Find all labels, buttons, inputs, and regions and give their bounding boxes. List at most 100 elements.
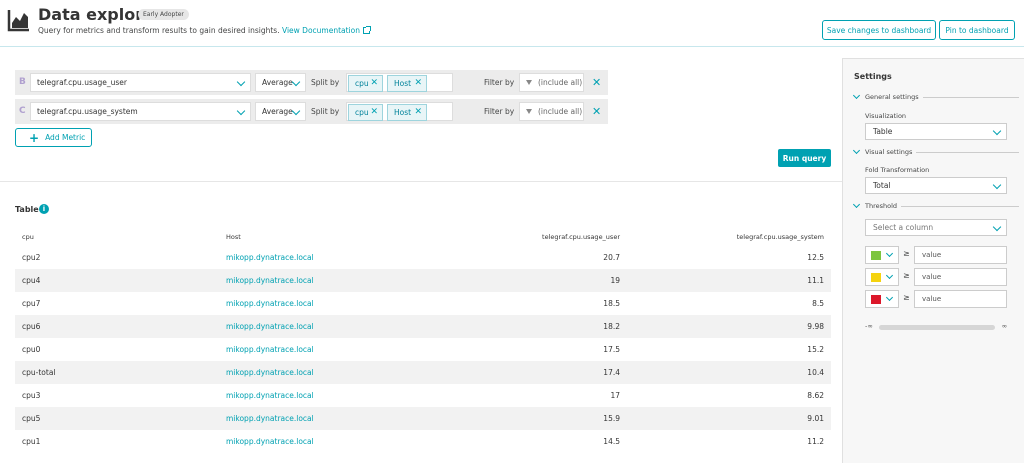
view-documentation-link[interactable]: View Documentation	[282, 26, 371, 35]
cell-host-link[interactable]: mikopp.dynatrace.local	[226, 253, 314, 262]
cell-cpu: cpu6	[22, 322, 41, 331]
add-metric-button[interactable]: + Add Metric	[15, 128, 92, 147]
fold-transformation-select[interactable]: Total	[865, 177, 1007, 194]
query-row-c: C telegraf.cpu.usage_system Average Spli…	[15, 99, 608, 124]
split-tag-label: Host	[394, 79, 412, 88]
color-picker[interactable]	[865, 268, 899, 286]
table-row: cpu6 mikopp.dynatrace.local 18.2 9.98	[15, 315, 831, 338]
color-picker[interactable]	[865, 246, 899, 264]
table-row: cpu-total mikopp.dynatrace.local 17.4 10…	[15, 361, 831, 384]
table-row: cpu4 mikopp.dynatrace.local 19 11.1	[15, 269, 831, 292]
aggregation-value: Average	[262, 107, 293, 116]
visual-settings-label: Visual settings	[865, 148, 913, 156]
chevron-down-icon	[852, 200, 861, 209]
cell-usage-system: 8.62	[807, 391, 824, 400]
cell-usage-user: 18.2	[603, 322, 620, 331]
fold-transformation-label: Fold Transformation	[865, 166, 930, 174]
cell-host-link[interactable]: mikopp.dynatrace.local	[226, 345, 314, 354]
split-tag-host: Host ✕	[387, 75, 427, 92]
color-picker[interactable]	[865, 290, 899, 308]
column-header-usage-user[interactable]: telegraf.cpu.usage_user	[542, 233, 620, 241]
cell-usage-user: 17	[610, 391, 620, 400]
remove-query-icon[interactable]: ✕	[592, 105, 601, 118]
metric-select[interactable]: telegraf.cpu.usage_system	[30, 102, 251, 121]
table-row: cpu5 mikopp.dynatrace.local 15.9 9.01	[15, 407, 831, 430]
settings-title: Settings	[854, 72, 892, 81]
cell-usage-system: 8.5	[812, 299, 824, 308]
cell-host-link[interactable]: mikopp.dynatrace.local	[226, 299, 314, 308]
split-by-label: Split by	[311, 107, 340, 116]
settings-panel: Settings General settings Visualization …	[842, 58, 1024, 463]
external-link-icon	[362, 26, 371, 34]
query-letter: B	[19, 77, 26, 87]
section-rule	[901, 205, 1019, 207]
threshold-value-input[interactable]: value	[914, 268, 1007, 286]
slider-track[interactable]	[879, 325, 995, 330]
page-header: Data explorer Early Adopter Query for me…	[0, 0, 1024, 47]
threshold-value-input[interactable]: value	[914, 246, 1007, 264]
fold-transformation-value: Total	[873, 181, 891, 190]
filter-input[interactable]: (include all)	[519, 102, 584, 121]
info-icon[interactable]: i	[39, 204, 49, 214]
pin-to-dashboard-button[interactable]: Pin to dashboard	[939, 20, 1015, 40]
cell-cpu: cpu1	[22, 437, 41, 446]
filter-placeholder: (include all)	[538, 78, 583, 87]
table-row: cpu2 mikopp.dynatrace.local 20.7 12.5	[15, 246, 831, 269]
table-row: cpu7 mikopp.dynatrace.local 18.5 8.5	[15, 292, 831, 315]
threshold-row-red: ≥ value	[865, 290, 1007, 308]
run-query-button[interactable]: Run query	[778, 149, 831, 167]
value-placeholder: value	[922, 273, 942, 281]
query-letter: C	[19, 106, 26, 116]
cell-host-link[interactable]: mikopp.dynatrace.local	[226, 368, 314, 377]
cell-usage-system: 12.5	[807, 253, 824, 262]
remove-tag-icon[interactable]: ✕	[414, 78, 422, 88]
remove-query-icon[interactable]: ✕	[592, 76, 601, 89]
color-swatch	[871, 273, 881, 282]
cell-usage-user: 15.9	[603, 414, 620, 423]
remove-tag-icon[interactable]: ✕	[370, 107, 378, 117]
chevron-down-icon	[291, 106, 301, 116]
threshold-value-input[interactable]: value	[914, 290, 1007, 308]
cell-usage-system: 10.4	[807, 368, 824, 377]
chevron-down-icon	[291, 77, 301, 87]
aggregation-select[interactable]: Average	[255, 102, 306, 121]
chevron-down-icon	[885, 271, 894, 280]
cell-usage-system: 11.1	[807, 276, 824, 285]
chevron-down-icon	[992, 222, 1002, 232]
value-placeholder: value	[922, 295, 942, 303]
remove-tag-icon[interactable]: ✕	[370, 78, 378, 88]
column-select[interactable]: Select a column	[865, 219, 1007, 236]
column-header-host[interactable]: Host	[226, 233, 241, 241]
remove-tag-icon[interactable]: ✕	[414, 107, 422, 117]
cell-host-link[interactable]: mikopp.dynatrace.local	[226, 322, 314, 331]
visual-settings-section[interactable]: Visual settings	[852, 146, 1019, 156]
column-header-usage-system[interactable]: telegraf.cpu.usage_system	[737, 233, 824, 241]
chevron-down-icon	[236, 77, 246, 87]
threshold-range-slider[interactable]: -∞ ∞	[865, 322, 1007, 331]
chevron-down-icon	[885, 249, 894, 258]
query-row-b: B telegraf.cpu.usage_user Average Split …	[15, 70, 608, 95]
metric-select[interactable]: telegraf.cpu.usage_user	[30, 73, 251, 92]
save-to-dashboard-button[interactable]: Save changes to dashboard	[822, 20, 936, 40]
split-tag-label: cpu	[355, 108, 369, 117]
column-header-cpu[interactable]: cpu	[22, 233, 34, 241]
cell-host-link[interactable]: mikopp.dynatrace.local	[226, 414, 314, 423]
cell-host-link[interactable]: mikopp.dynatrace.local	[226, 276, 314, 285]
aggregation-select[interactable]: Average	[255, 73, 306, 92]
threshold-section[interactable]: Threshold	[852, 200, 1019, 210]
table-row: cpu0 mikopp.dynatrace.local 17.5 15.2	[15, 338, 831, 361]
filter-input[interactable]: (include all)	[519, 73, 584, 92]
cell-host-link[interactable]: mikopp.dynatrace.local	[226, 391, 314, 400]
metric-value: telegraf.cpu.usage_system	[37, 107, 138, 116]
early-adopter-badge: Early Adopter	[138, 9, 189, 20]
visualization-select[interactable]: Table	[865, 123, 1007, 140]
cell-host-link[interactable]: mikopp.dynatrace.local	[226, 437, 314, 446]
table-title: Table	[15, 205, 39, 214]
filter-icon	[526, 109, 532, 114]
cell-usage-system: 9.98	[807, 322, 824, 331]
cell-usage-user: 20.7	[603, 253, 620, 262]
split-tag-cpu: cpu ✕	[348, 104, 383, 121]
chart-logo-icon	[7, 10, 29, 32]
general-settings-section[interactable]: General settings	[852, 91, 1019, 101]
plus-icon: +	[29, 130, 40, 145]
